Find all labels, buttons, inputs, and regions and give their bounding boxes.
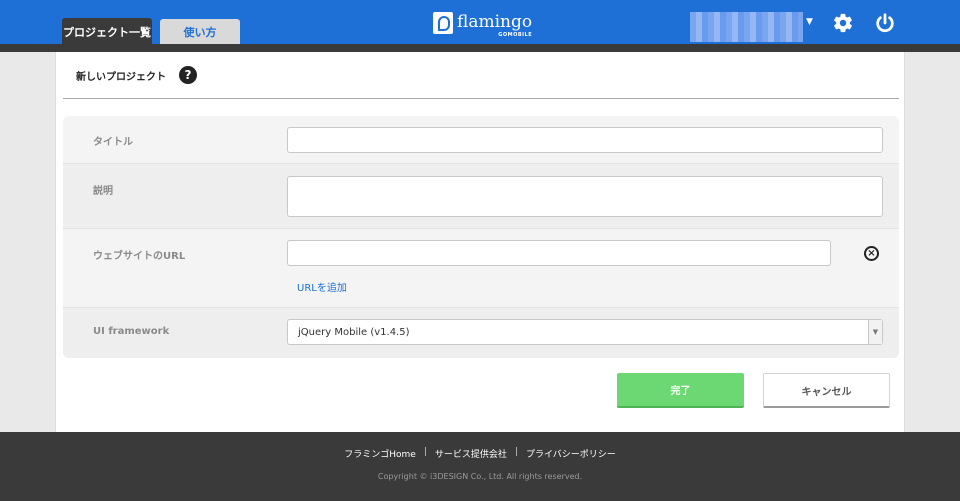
logo-subtitle: GOMOBILE [498, 32, 533, 38]
title-divider [63, 98, 899, 99]
help-icon[interactable]: ? [179, 66, 197, 84]
description-textarea[interactable] [287, 176, 883, 217]
page-title: 新しいプロジェクト [76, 72, 166, 83]
app-header: プロジェクト一覧 使い方 flamingo GOMOBILE ▼ [0, 0, 960, 46]
cancel-button[interactable]: キャンセル [763, 373, 890, 408]
footer-links: フラミンゴHome | サービス提供会社 | プライバシーポリシー [0, 447, 960, 460]
user-account-name[interactable] [690, 12, 803, 42]
done-button[interactable]: 完了 [617, 373, 744, 408]
flamingo-logo-icon [433, 12, 453, 34]
footer-link-service-provider[interactable]: サービス提供会社 [431, 447, 511, 460]
chevron-down-icon[interactable]: ▼ [868, 320, 882, 344]
title-input[interactable] [287, 127, 883, 153]
footer-link-flamingo-home[interactable]: フラミンゴHome [340, 447, 420, 460]
add-url-link[interactable]: URLを追加 [297, 279, 347, 294]
form-row-website-url: ウェブサイトのURL × URLを追加 [63, 229, 899, 308]
footer-link-privacy-policy[interactable]: プライバシーポリシー [522, 447, 620, 460]
form-row-title: タイトル [63, 116, 899, 164]
footer-separator: | [423, 447, 427, 457]
remove-url-icon[interactable]: × [864, 246, 879, 261]
project-form: タイトル 説明 ウェブサイトのURL × URLを追加 UI framework… [63, 116, 899, 358]
new-project-panel: 新しいプロジェクト ? タイトル 説明 ウェブサイトのURL × URLを追加 … [55, 52, 905, 432]
ui-framework-select[interactable]: jQuery Mobile (v1.4.5) ▼ [287, 319, 883, 345]
chevron-down-icon[interactable]: ▼ [806, 17, 813, 27]
ui-framework-label: UI framework [93, 326, 170, 337]
flamingo-logo[interactable]: flamingo GOMOBILE [433, 12, 532, 42]
website-url-input[interactable] [287, 240, 831, 266]
ui-framework-selected-value: jQuery Mobile (v1.4.5) [298, 326, 410, 338]
page-footer: フラミンゴHome | サービス提供会社 | プライバシーポリシー Copyri… [0, 432, 960, 501]
header-divider [0, 44, 960, 52]
power-icon[interactable] [874, 12, 896, 34]
logo-name: flamingo [457, 12, 533, 32]
copyright-text: Copyright © i3DESIGN Co., Ltd. All right… [377, 472, 583, 481]
description-label: 説明 [93, 186, 113, 197]
gear-icon[interactable] [832, 12, 854, 34]
tab-project-list[interactable]: プロジェクト一覧 [62, 18, 152, 45]
form-row-description: 説明 [63, 164, 899, 229]
form-row-ui-framework: UI framework jQuery Mobile (v1.4.5) ▼ [63, 308, 899, 358]
footer-separator: | [514, 447, 518, 457]
title-label: タイトル [93, 137, 133, 148]
website-url-label: ウェブサイトのURL [93, 251, 186, 262]
tab-how-to-use[interactable]: 使い方 [160, 19, 240, 45]
